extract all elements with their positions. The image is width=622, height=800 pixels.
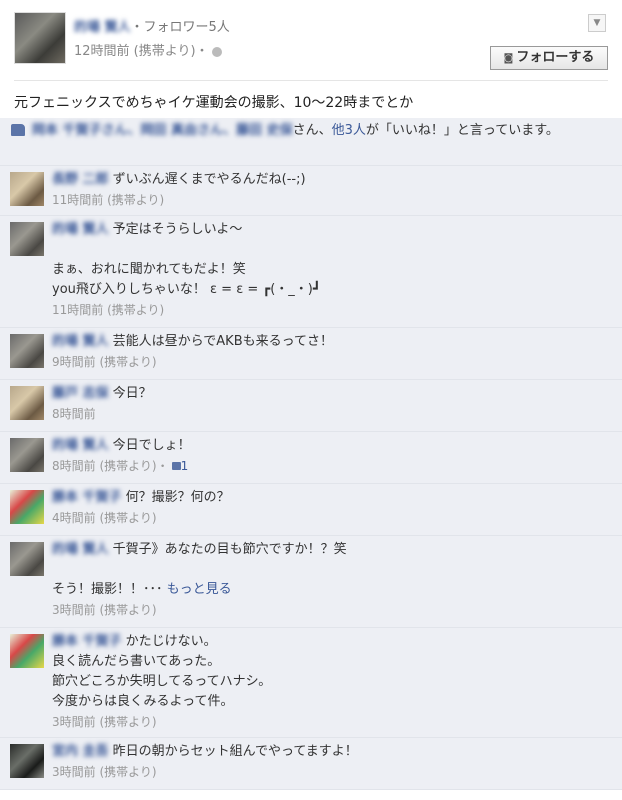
commenter-name[interactable]: 宮内 圭吾: [52, 744, 109, 759]
comment-body: 的場 賢人 千賀子》あなたの目も節穴ですか！？笑 そう！撮影！！･･･ もっと見…: [52, 540, 610, 620]
commenter-avatar[interactable]: [10, 222, 44, 256]
divider: [14, 80, 608, 81]
comment-meta[interactable]: 3時間前 (携帯より): [52, 712, 610, 732]
comment-text: 今日でしょ！: [112, 438, 191, 453]
comment-body: 勝本 千賀子 かたじけない。 良く読んだら書いてあった。 節穴どころか失明してる…: [52, 632, 610, 732]
follow-button[interactable]: ◙ フォローする: [490, 46, 608, 70]
globe-icon: [211, 46, 222, 57]
author-line: 的場 賢人・フォロワー5人: [74, 16, 230, 35]
comment-body: 的場 賢人 今日でしょ！ 8時間前 (携帯より)・ 1: [52, 436, 610, 476]
commenter-name[interactable]: 的場 賢人: [52, 334, 109, 349]
comment-timestamp[interactable]: 8時間前 (携帯より)・: [52, 459, 169, 473]
comment: 長野 二郎 ずいぶん遅くまでやるんだね(--;) 11時間前 (携帯より): [0, 166, 622, 216]
comment-body: 的場 賢人 芸能人は昼からでAKBも来るってさ！ 9時間前 (携帯より): [52, 332, 610, 372]
comment: 的場 賢人 予定はそうらしいよ〜 まぁ、おれに聞かれてもだよ！笑 you飛び入り…: [0, 216, 622, 328]
comment: 勝本 千賀子 何？撮影？何の？ 4時間前 (携帯より): [0, 484, 622, 536]
follower-count: ・フォロワー5人: [130, 20, 230, 35]
comment-text-line: 千賀子》あなたの目も節穴ですか！？笑: [112, 542, 347, 557]
comment-meta[interactable]: 11時間前 (携帯より): [52, 300, 610, 320]
comment-meta[interactable]: 3時間前 (携帯より): [52, 600, 610, 620]
commenter-name[interactable]: 長野 二郎: [52, 172, 109, 187]
comments-section: 岡本 千賀子さん、岡田 真由さん、藤田 史保さん、他3人が「いいね！」と言ってい…: [0, 118, 622, 790]
thumbs-up-icon: [171, 462, 181, 470]
likes-separator: さん、: [292, 123, 332, 138]
comment-text-line: そう！撮影！！･･･: [52, 582, 163, 597]
see-more-link[interactable]: もっと見る: [167, 582, 232, 597]
comment: 藤戸 志保 今日？ 8時間前: [0, 380, 622, 432]
thumbs-up-icon: [11, 124, 25, 136]
comment-meta[interactable]: 4時間前 (携帯より): [52, 508, 610, 528]
comment-blank-line: [52, 240, 610, 260]
likes-bar: 岡本 千賀子さん、岡田 真由さん、藤田 史保さん、他3人が「いいね！」と言ってい…: [0, 118, 622, 166]
commenter-name[interactable]: 勝本 千賀子: [52, 634, 122, 649]
comment-text-line: 良く読んだら書いてあった。: [52, 654, 221, 669]
commenter-avatar[interactable]: [10, 334, 44, 368]
author-name[interactable]: 的場 賢人: [74, 20, 131, 35]
comment-text-line: 今度からは良くみるよって件。: [52, 694, 234, 709]
commenter-avatar[interactable]: [10, 490, 44, 524]
comment-text: 何？撮影？何の？: [125, 490, 230, 505]
comment-text: 芸能人は昼からでAKBも来るってさ！: [112, 334, 333, 349]
comment-meta[interactable]: 8時間前: [52, 404, 610, 424]
comment-text-line: you飛び入りしちゃいな！ ε = ε = ┏(・_・)┛: [52, 282, 321, 297]
commenter-name[interactable]: 藤戸 志保: [52, 386, 109, 401]
chevron-down-icon[interactable]: ▼: [588, 14, 606, 32]
post-text: 元フェニックスでめちゃイケ運動会の撮影、10〜22時までとか: [14, 95, 414, 111]
commenter-name[interactable]: 勝本 千賀子: [52, 490, 122, 505]
comment-body: 勝本 千賀子 何？撮影？何の？ 4時間前 (携帯より): [52, 488, 610, 528]
comment-text-line: 節穴どころか失明してるってハナシ。: [52, 674, 272, 689]
follow-button-label: フォローする: [516, 50, 595, 65]
post-header: 的場 賢人・フォロワー5人 12時間前 (携帯より)・ ▼ ◙ フォローする: [0, 0, 622, 72]
author-avatar[interactable]: [14, 12, 66, 64]
rss-icon: ◙: [503, 53, 514, 64]
comment: 的場 賢人 千賀子》あなたの目も節穴ですか！？笑 そう！撮影！！･･･ もっと見…: [0, 536, 622, 628]
comment-like-count[interactable]: 1: [181, 459, 189, 473]
comment-body: 藤戸 志保 今日？ 8時間前: [52, 384, 610, 424]
commenter-avatar[interactable]: [10, 542, 44, 576]
comment: 勝本 千賀子 かたじけない。 良く読んだら書いてあった。 節穴どころか失明してる…: [0, 628, 622, 738]
comment-meta[interactable]: 11時間前 (携帯より): [52, 190, 610, 210]
comment-body: 宮内 圭吾 昨日の朝からセット組んでやってますよ！ 3時間前 (携帯より): [52, 742, 610, 782]
commenter-avatar[interactable]: [10, 744, 44, 778]
comment-blank-line: [52, 560, 610, 580]
commenter-avatar[interactable]: [10, 172, 44, 206]
commenter-name[interactable]: 的場 賢人: [52, 438, 109, 453]
comment: 的場 賢人 芸能人は昼からでAKBも来るってさ！ 9時間前 (携帯より): [0, 328, 622, 380]
post-meta: 12時間前 (携帯より)・: [74, 40, 222, 59]
other-likers-link[interactable]: 他3人: [332, 123, 366, 138]
comment-body: 長野 二郎 ずいぶん遅くまでやるんだね(--;) 11時間前 (携帯より): [52, 170, 610, 210]
comment: 宮内 圭吾 昨日の朝からセット組んでやってますよ！ 3時間前 (携帯より): [0, 738, 622, 790]
comment: 的場 賢人 今日でしょ！ 8時間前 (携帯より)・ 1: [0, 432, 622, 484]
comment-meta[interactable]: 3時間前 (携帯より): [52, 762, 610, 782]
commenter-avatar[interactable]: [10, 438, 44, 472]
comment-body: 的場 賢人 予定はそうらしいよ〜 まぁ、おれに聞かれてもだよ！笑 you飛び入り…: [52, 220, 610, 320]
likers-names[interactable]: 岡本 千賀子さん、岡田 真由さん、藤田 史保: [32, 123, 293, 138]
comment-meta: 8時間前 (携帯より)・ 1: [52, 456, 610, 476]
likes-suffix: が「いいね！」と言っています。: [365, 123, 559, 138]
comment-text: ずいぶん遅くまでやるんだね(--;): [112, 172, 306, 187]
comment-text-line: まぁ、おれに聞かれてもだよ！笑: [52, 262, 246, 277]
comment-text-line: 予定はそうらしいよ〜: [112, 222, 243, 237]
comment-text-line: かたじけない。: [125, 634, 217, 649]
post-timestamp[interactable]: 12時間前 (携帯より)・: [74, 44, 209, 59]
comment-meta[interactable]: 9時間前 (携帯より): [52, 352, 610, 372]
commenter-name[interactable]: 的場 賢人: [52, 542, 109, 557]
commenter-avatar[interactable]: [10, 386, 44, 420]
commenter-name[interactable]: 的場 賢人: [52, 222, 109, 237]
comment-text: 今日？: [112, 386, 152, 401]
comment-text: 昨日の朝からセット組んでやってますよ！: [112, 744, 358, 759]
commenter-avatar[interactable]: [10, 634, 44, 668]
